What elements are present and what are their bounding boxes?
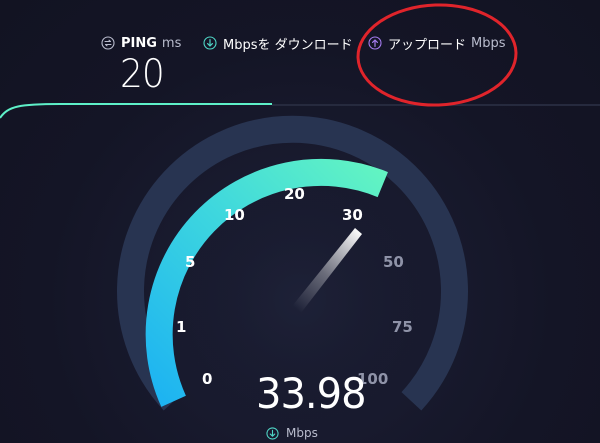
- tick-label: 50: [383, 253, 404, 271]
- tick-label: 5: [185, 253, 195, 271]
- progress-line: [0, 103, 272, 119]
- tick-label: 10: [224, 206, 245, 224]
- speed-unit: Mbps: [266, 425, 318, 441]
- download-arrow-icon: [266, 426, 279, 440]
- annotation-circle: [356, 3, 518, 107]
- tick-label: 75: [392, 318, 413, 336]
- tick-label: 0: [202, 370, 212, 388]
- speed-unit-label: Mbps: [286, 426, 318, 440]
- tick-label: 20: [284, 185, 305, 203]
- tick-label: 1: [176, 318, 186, 336]
- tick-label: 30: [342, 206, 363, 224]
- speed-value: 33.98: [256, 370, 367, 419]
